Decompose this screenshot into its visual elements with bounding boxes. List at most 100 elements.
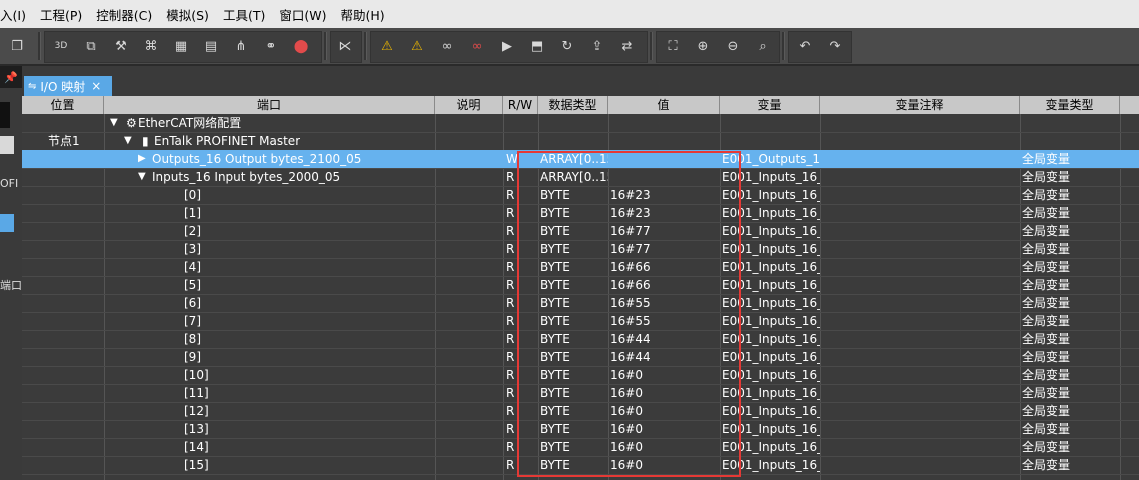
transfer-icon[interactable]: ⬒ — [526, 35, 548, 57]
zoom-100-icon[interactable]: ⌕ — [752, 35, 774, 57]
variable-type-cell[interactable]: 全局变量 — [1020, 240, 1120, 258]
tree-icon[interactable]: ⋔ — [230, 35, 252, 57]
menu-simulation[interactable]: 模拟(S) — [159, 5, 216, 24]
variable-type-cell[interactable]: 全局变量 — [1020, 384, 1120, 402]
zoom-in-icon[interactable]: ⊕ — [692, 35, 714, 57]
link-error-icon[interactable]: ∞ — [466, 35, 488, 57]
port-cell: [14] — [184, 440, 209, 454]
variable-type-cell[interactable]: 全局变量 — [1020, 276, 1120, 294]
port-cell: [13] — [184, 422, 209, 436]
menu-bar: 入(I) 工程(P) 控制器(C) 模拟(S) 工具(T) 窗口(W) 帮助(H… — [0, 0, 1139, 29]
build-tool-icon[interactable]: ⚒ — [110, 35, 132, 57]
variable-type-cell[interactable]: 全局变量 — [1020, 312, 1120, 330]
compare-icon[interactable]: ⇄ — [616, 35, 638, 57]
variable-type-cell[interactable]: 全局变量 — [1020, 402, 1120, 420]
tab-strip: ⇋ I/O 映射 × — [22, 66, 1139, 96]
menu-help[interactable]: 帮助(H) — [333, 5, 391, 24]
rw-cell: R — [506, 368, 515, 382]
col-rw[interactable]: R/W — [503, 96, 538, 114]
left-panel: 📌 OFI 端口 — [0, 66, 22, 480]
expander-icon[interactable]: ▼ — [136, 168, 146, 186]
warning-icon[interactable]: ⚠ — [376, 35, 398, 57]
ethercat-root-label: EtherCAT网络配置 — [138, 116, 242, 130]
3d-view-icon[interactable]: 3D — [50, 35, 72, 57]
variable-type-cell[interactable]: 全局变量 — [1020, 168, 1120, 186]
rw-cell: R — [506, 332, 515, 346]
expander-icon[interactable]: ▼ — [108, 114, 118, 132]
run-icon[interactable]: ▶ — [496, 35, 518, 57]
warning-off-icon[interactable]: ⚠ — [406, 35, 428, 57]
variable-type-cell[interactable]: 全局变量 — [1020, 204, 1120, 222]
rw-cell: R — [506, 224, 515, 238]
network-icon[interactable]: ⌘ — [140, 35, 162, 57]
expander-icon[interactable]: ▶ — [136, 150, 146, 168]
variable-type-cell[interactable]: 全局变量 — [1020, 330, 1120, 348]
port-cell: [0] — [184, 188, 201, 202]
grid-header: 位置 端口 说明 R/W 数据类型 值 变量 变量注释 变量类型 — [22, 96, 1139, 114]
panel-item[interactable] — [0, 136, 14, 154]
rw-cell: R — [506, 260, 515, 274]
tab-label: I/O 映射 — [40, 79, 86, 94]
zoom-out-icon[interactable]: ⊖ — [722, 35, 744, 57]
port-cell: [5] — [184, 278, 201, 292]
menu-window[interactable]: 窗口(W) — [272, 5, 333, 24]
variable-type-cell[interactable]: 全局变量 — [1020, 222, 1120, 240]
port-cell: [1] — [184, 206, 201, 220]
variable-type-cell[interactable]: 全局变量 — [1020, 150, 1120, 168]
variable-type-cell[interactable]: 全局变量 — [1020, 348, 1120, 366]
rw-cell: R — [506, 170, 515, 184]
memory-icon[interactable]: ▦ — [170, 35, 192, 57]
left-label-port: 端口 — [0, 279, 22, 292]
variable-type-cell[interactable]: 全局变量 — [1020, 294, 1120, 312]
pin-icon[interactable]: 📌 — [0, 66, 22, 88]
port-cell: [12] — [184, 404, 209, 418]
menu-controller[interactable]: 控制器(C) — [89, 5, 159, 24]
variable-type-cell[interactable]: 全局变量 — [1020, 186, 1120, 204]
window-layout-icon[interactable]: ⧉ — [80, 35, 102, 57]
tree-row-ethercat[interactable]: ▼ ⚙ EtherCAT网络配置 — [22, 114, 1139, 132]
col-port[interactable]: 端口 — [104, 96, 435, 114]
menu-tools[interactable]: 工具(T) — [216, 5, 272, 24]
panel-selected-item[interactable] — [0, 214, 14, 232]
col-value[interactable]: 值 — [608, 96, 720, 114]
undo-icon[interactable]: ↶ — [794, 35, 816, 57]
io-map-grid: 位置 端口 说明 R/W 数据类型 值 变量 变量注释 变量类型 ▼ ⚙ Eth… — [22, 96, 1139, 480]
col-variable-type[interactable]: 变量类型 — [1020, 96, 1120, 114]
menu-project[interactable]: 工程(P) — [33, 5, 89, 24]
link-icon[interactable]: ∞ — [436, 35, 458, 57]
col-datatype[interactable]: 数据类型 — [538, 96, 608, 114]
tab-io-map[interactable]: ⇋ I/O 映射 × — [24, 76, 112, 96]
upload-icon[interactable]: ⇪ — [586, 35, 608, 57]
rw-cell: R — [506, 314, 515, 328]
port-cell: Outputs_16 Output bytes_2100_05 — [152, 152, 362, 166]
rw-cell: R — [506, 296, 515, 310]
binoculars-icon[interactable]: ⚭ — [260, 35, 282, 57]
close-icon[interactable]: × — [91, 79, 101, 93]
variable-type-cell[interactable]: 全局变量 — [1020, 258, 1120, 276]
rw-cell: R — [506, 422, 515, 436]
clipboard-icon[interactable]: ❐ — [6, 35, 28, 57]
redo-icon[interactable]: ↷ — [824, 35, 846, 57]
menu-import[interactable]: 入(I) — [0, 5, 33, 24]
alert-icon[interactable]: ⬤ — [290, 35, 312, 57]
rw-cell: R — [506, 242, 515, 256]
variable-type-cell[interactable]: 全局变量 — [1020, 456, 1120, 474]
io-map-icon[interactable]: ▤ — [200, 35, 222, 57]
tree-row-node[interactable]: 节点1 ▼ ▮ EnTalk PROFINET Master — [22, 132, 1139, 150]
variable-type-cell[interactable]: 全局变量 — [1020, 366, 1120, 384]
fit-view-icon[interactable]: ⛶ — [662, 35, 684, 57]
col-variable-comment[interactable]: 变量注释 — [820, 96, 1020, 114]
col-description[interactable]: 说明 — [435, 96, 503, 114]
col-variable[interactable]: 变量 — [720, 96, 820, 114]
cross-reference-icon[interactable]: ⋉ — [334, 35, 356, 57]
expander-icon[interactable]: ▼ — [122, 132, 132, 150]
port-cell: [7] — [184, 314, 201, 328]
refresh-icon[interactable]: ↻ — [556, 35, 578, 57]
rw-cell: W — [506, 152, 518, 166]
left-label-ofi: OFI — [0, 177, 19, 190]
port-cell: [4] — [184, 260, 201, 274]
col-position[interactable]: 位置 — [22, 96, 104, 114]
port-cell: [3] — [184, 242, 201, 256]
variable-type-cell[interactable]: 全局变量 — [1020, 438, 1120, 456]
variable-type-cell[interactable]: 全局变量 — [1020, 420, 1120, 438]
